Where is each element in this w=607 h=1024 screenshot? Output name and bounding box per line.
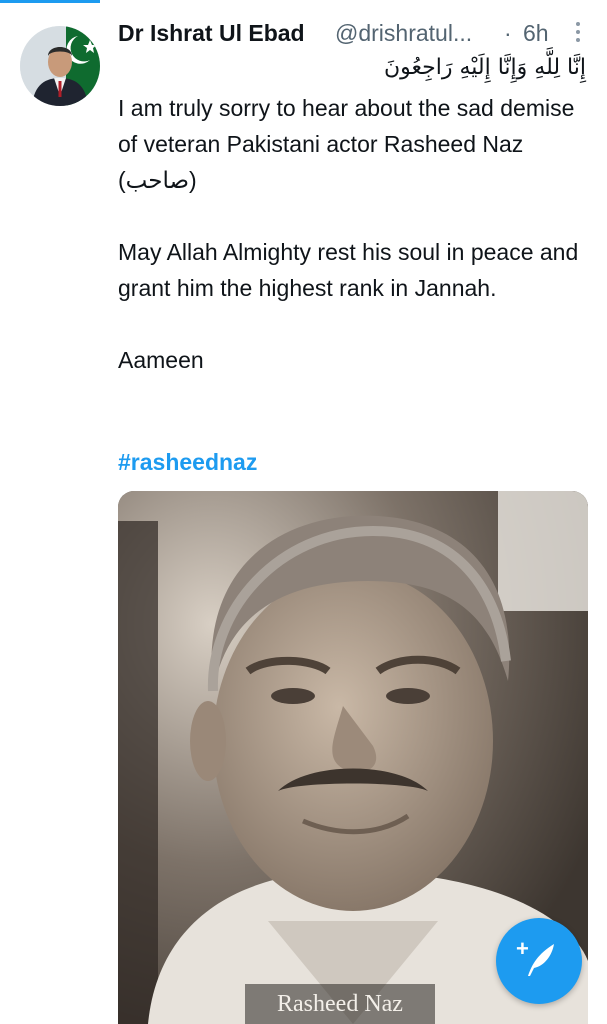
tweet-paragraph: I am truly sorry to hear about the sad d… [118, 95, 575, 193]
separator-dot: · [504, 20, 512, 46]
compose-tweet-icon [528, 944, 554, 976]
hashtag-link[interactable]: #rasheednaz [118, 449, 257, 476]
avatar[interactable] [20, 26, 100, 106]
author-name[interactable]: Dr Ishrat Ul Ebad [118, 20, 305, 47]
tweet-header: Dr Ishrat Ul Ebad @drishratul... · 6h [118, 18, 598, 52]
avatar-image [20, 26, 100, 106]
tweet-text: I am truly sorry to hear about the sad d… [118, 90, 593, 378]
tweet-paragraph: May Allah Almighty rest his soul in peac… [118, 239, 579, 301]
tweet-time[interactable]: 6h [523, 20, 549, 47]
compose-tweet-button[interactable]: + [496, 918, 582, 1004]
arabic-line: إِنَّا لِلَّهِ وَإِنَّا إِلَيْهِ رَاجِعُ… [384, 55, 586, 80]
author-handle[interactable]: @drishratul... [335, 20, 472, 47]
more-vertical-icon[interactable] [568, 18, 588, 48]
top-indicator-bar [0, 0, 100, 3]
tweet-paragraph: Aameen [118, 347, 204, 373]
image-caption: Rasheed Naz [245, 984, 435, 1024]
